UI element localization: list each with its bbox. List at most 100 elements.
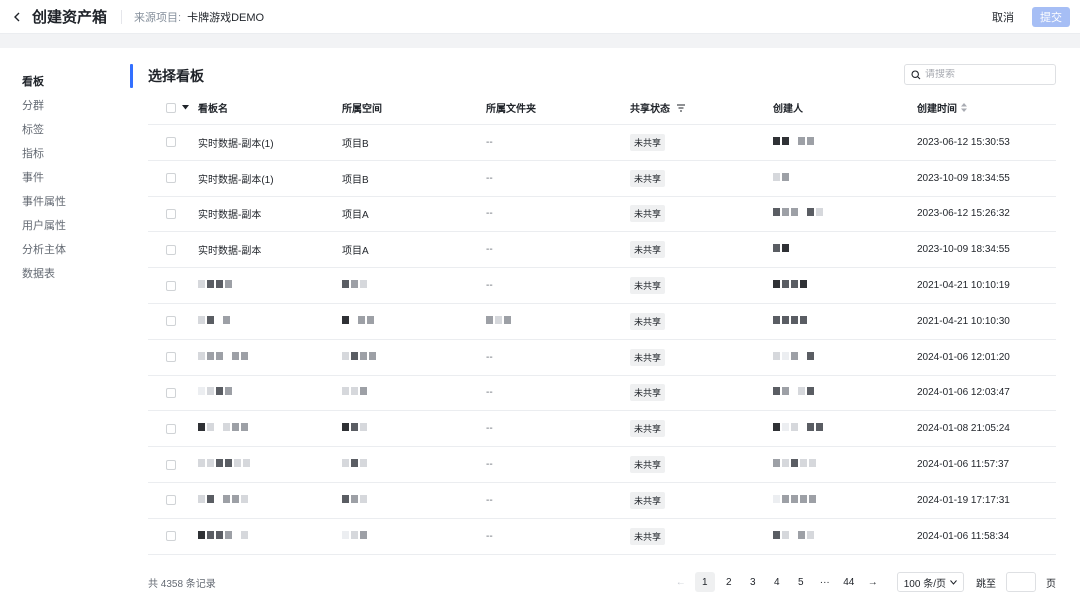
- cancel-button[interactable]: 取消: [988, 9, 1018, 25]
- cell-folder: --: [486, 136, 493, 148]
- search-box[interactable]: [904, 64, 1056, 85]
- back-arrow-icon[interactable]: [10, 10, 24, 24]
- row-checkbox[interactable]: [166, 244, 176, 255]
- search-input[interactable]: [925, 69, 1045, 80]
- caret-down-icon[interactable]: [182, 105, 189, 110]
- page-ellipsis[interactable]: ···: [815, 572, 835, 592]
- table-row[interactable]: -- 未共享 2021-04-21 10:10:19: [148, 268, 1056, 304]
- redacted-creator-mosaic: [773, 280, 807, 289]
- sidebar-item-analysis-subject[interactable]: 分析主体: [0, 238, 118, 262]
- cell-created-time: 2024-01-06 12:01:20: [917, 351, 1010, 363]
- cell-dashboard-name: 实时数据-副本(1): [198, 138, 274, 150]
- row-checkbox[interactable]: [166, 137, 176, 148]
- pagination-bar: 共 4358 条记录 ← 1 2 3 4 5 ··· 44 → 100 条/页 …: [148, 570, 1056, 594]
- row-checkbox[interactable]: [166, 423, 176, 434]
- redacted-mosaic: [198, 315, 230, 324]
- table-row[interactable]: 实时数据-副本 项目A -- 未共享 2023-10-09 18:34:55: [148, 232, 1056, 269]
- cell-created-time: 2021-04-21 10:10:30: [917, 315, 1010, 327]
- redacted-creator-mosaic: [773, 530, 814, 539]
- search-icon: [911, 69, 921, 79]
- prev-page-icon[interactable]: ←: [671, 572, 691, 592]
- cell-created-time: 2024-01-06 11:58:34: [917, 530, 1010, 542]
- sidebar-item-event[interactable]: 事件: [0, 166, 118, 190]
- source-project-label: 来源项目:: [134, 11, 182, 24]
- page-4[interactable]: 4: [767, 572, 787, 592]
- dashboard-select-content: 选择看板 看板名 所属空间 所属文件夹 共享状态 创建人 创建时间: [130, 48, 1056, 599]
- redacted-mosaic: [342, 280, 367, 289]
- status-badge: 未共享: [630, 277, 666, 295]
- page-44[interactable]: 44: [839, 572, 859, 592]
- table-row[interactable]: -- 未共享 2024-01-06 11:58:34: [148, 519, 1056, 555]
- cell-created-time: 2021-04-21 10:10:19: [917, 280, 1010, 292]
- asset-type-sidebar: 看板 分群 标签 指标 事件 事件属性 用户属性 分析主体 数据表: [0, 48, 118, 599]
- table-row[interactable]: 实时数据-副本 项目A -- 未共享 2023-06-12 15:26:32: [148, 197, 1056, 233]
- row-checkbox[interactable]: [166, 280, 176, 291]
- jump-page-input[interactable]: [1006, 572, 1036, 592]
- redacted-mosaic: [198, 387, 232, 396]
- cell-created-time: 2023-10-09 18:34:55: [917, 172, 1010, 184]
- cell-dashboard-name: 实时数据-副本: [198, 246, 262, 258]
- redacted-mosaic: [198, 530, 248, 539]
- cell-space: 项目A: [342, 210, 369, 222]
- cell-dashboard-name: 实时数据-副本(1): [198, 174, 274, 186]
- status-badge: 未共享: [630, 527, 666, 545]
- row-checkbox[interactable]: [166, 495, 176, 506]
- sidebar-item-user-property[interactable]: 用户属性: [0, 214, 118, 238]
- page-size-select[interactable]: 100 条/页: [896, 572, 964, 592]
- sidebar-item-segment[interactable]: 分群: [0, 94, 118, 118]
- submit-button[interactable]: 提交: [1032, 7, 1070, 27]
- pager: ← 1 2 3 4 5 ··· 44 → 100 条/页 跳至 页: [671, 572, 1056, 592]
- page-1[interactable]: 1: [694, 572, 715, 592]
- status-badge: 未共享: [630, 205, 666, 223]
- redacted-creator-mosaic: [773, 172, 789, 181]
- column-header-name: 看板名: [198, 104, 228, 115]
- table-row[interactable]: -- 未共享 2024-01-06 11:57:37: [148, 447, 1056, 483]
- jump-label: 跳至: [976, 578, 996, 590]
- table-row[interactable]: 未共享 2021-04-21 10:10:30: [148, 304, 1056, 340]
- row-checkbox[interactable]: [166, 173, 176, 184]
- sidebar-item-metric[interactable]: 指标: [0, 142, 118, 166]
- redacted-mosaic: [486, 315, 511, 324]
- sidebar-item-dashboard[interactable]: 看板: [0, 70, 118, 94]
- redacted-mosaic: [342, 315, 374, 324]
- row-checkbox[interactable]: [166, 352, 176, 363]
- table-row[interactable]: -- 未共享 2024-01-06 12:01:20: [148, 340, 1056, 376]
- page-5[interactable]: 5: [791, 572, 811, 592]
- header-divider: [121, 9, 123, 24]
- row-checkbox[interactable]: [166, 316, 176, 327]
- table-header-row: 看板名 所属空间 所属文件夹 共享状态 创建人 创建时间: [148, 91, 1056, 125]
- sidebar-item-data-table[interactable]: 数据表: [0, 262, 118, 286]
- table-row[interactable]: -- 未共享 2024-01-06 12:03:47: [148, 376, 1056, 412]
- cell-space: 项目A: [342, 246, 369, 258]
- cell-folder: --: [486, 494, 493, 506]
- select-all-checkbox[interactable]: [166, 102, 176, 113]
- redacted-creator-mosaic: [773, 244, 789, 253]
- table-row[interactable]: 实时数据-副本(1) 项目B -- 未共享 2023-10-09 18:34:55: [148, 161, 1056, 197]
- redacted-creator-mosaic: [773, 459, 816, 468]
- sort-icon[interactable]: [961, 103, 967, 112]
- status-badge: 未共享: [630, 312, 666, 330]
- page-2[interactable]: 2: [719, 572, 739, 592]
- redacted-creator-mosaic: [773, 315, 807, 324]
- sidebar-item-tag[interactable]: 标签: [0, 118, 118, 142]
- redacted-mosaic: [198, 351, 248, 360]
- filter-icon[interactable]: [676, 104, 686, 112]
- cell-created-time: 2024-01-06 11:57:37: [917, 459, 1010, 471]
- row-checkbox[interactable]: [166, 208, 176, 219]
- row-checkbox[interactable]: [166, 459, 176, 470]
- status-badge: 未共享: [630, 348, 666, 366]
- table-row[interactable]: 实时数据-副本(1) 项目B -- 未共享 2023-06-12 15:30:53: [148, 125, 1056, 161]
- page-3[interactable]: 3: [743, 572, 763, 592]
- column-header-folder: 所属文件夹: [486, 104, 536, 115]
- row-checkbox[interactable]: [166, 531, 176, 542]
- row-checkbox[interactable]: [166, 387, 176, 398]
- status-badge: 未共享: [630, 491, 666, 509]
- sidebar-item-event-property[interactable]: 事件属性: [0, 190, 118, 214]
- status-badge: 未共享: [630, 420, 666, 438]
- main-panel: 看板 分群 标签 指标 事件 事件属性 用户属性 分析主体 数据表 选择看板 看…: [0, 48, 1080, 599]
- cell-created-time: 2024-01-08 21:05:24: [917, 423, 1010, 435]
- section-accent-bar: [130, 64, 133, 88]
- table-row[interactable]: -- 未共享 2024-01-08 21:05:24: [148, 411, 1056, 448]
- next-page-icon[interactable]: →: [863, 572, 883, 592]
- table-row[interactable]: -- 未共享 2024-01-19 17:17:31: [148, 483, 1056, 519]
